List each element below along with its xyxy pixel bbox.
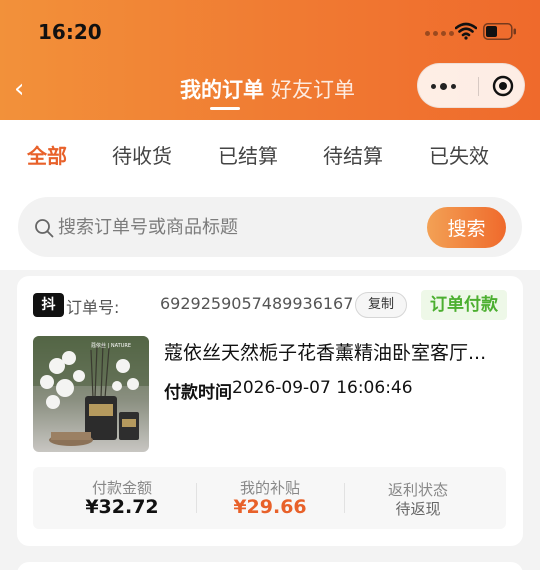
- search-icon: [35, 219, 54, 238]
- product-title[interactable]: 蔻依丝天然栀子花香薰精油卧室客厅...: [164, 338, 504, 366]
- tab-friend-orders[interactable]: 好友订单: [271, 74, 355, 104]
- copy-button[interactable]: 复制: [355, 292, 407, 318]
- order-number: 6929259057489936167: [160, 294, 354, 313]
- filter-tab-settled[interactable]: 已结算: [218, 140, 278, 169]
- platform-badge: 抖: [33, 293, 64, 317]
- search-button[interactable]: 搜索: [427, 207, 506, 248]
- mini-program-capsule: [417, 63, 525, 108]
- chevron-left-icon[interactable]: ‹: [14, 76, 34, 102]
- search-input[interactable]: [58, 210, 418, 244]
- summary-divider: [196, 483, 197, 513]
- amount-value: ¥32.72: [85, 496, 159, 518]
- rebate-status-value: 待返现: [395, 500, 441, 518]
- product-image[interactable]: 蔻依丝 | NATURE: [33, 336, 149, 452]
- signal-dots-icon: [425, 31, 454, 36]
- subsidy-value: ¥29.66: [233, 496, 307, 518]
- tab-my-orders[interactable]: 我的订单: [180, 74, 264, 104]
- filter-tab-expired[interactable]: 已失效: [429, 140, 489, 169]
- filter-tab-to-receive[interactable]: 待收货: [112, 140, 172, 169]
- amount-label: 付款金额: [91, 479, 152, 497]
- order-status-badge: 订单付款: [421, 290, 507, 320]
- filter-tab-pending-settlement[interactable]: 待结算: [323, 140, 383, 169]
- svg-text:蔻依丝 | NATURE: 蔻依丝 | NATURE: [91, 342, 131, 349]
- filter-tab-all[interactable]: 全部: [27, 140, 67, 169]
- pay-time-label: 付款时间: [164, 383, 232, 403]
- target-close-icon[interactable]: [492, 75, 514, 97]
- summary-divider: [344, 483, 345, 513]
- next-order-card[interactable]: [17, 562, 523, 570]
- pay-time: 2026-09-07 16:06:46: [232, 378, 413, 398]
- subsidy-label: 我的补贴: [239, 479, 300, 497]
- status-time: 16:20: [38, 20, 102, 44]
- rebate-status-label: 返利状态: [387, 481, 448, 499]
- more-dots-icon[interactable]: [431, 78, 461, 94]
- wifi-icon: [455, 22, 477, 40]
- order-number-label: 订单号:: [66, 298, 120, 317]
- active-tab-indicator: [210, 107, 240, 110]
- capsule-divider: [478, 77, 479, 96]
- battery-icon: [483, 23, 516, 40]
